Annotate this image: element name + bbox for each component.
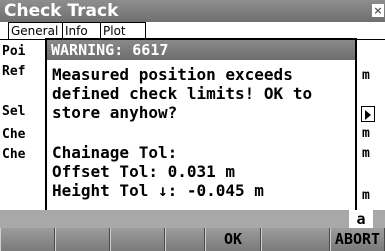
arrow-right-icon-svg [365, 110, 371, 120]
softkey-f2[interactable] [55, 228, 110, 251]
height-tol-value: Height Tol ↓: -0.045 m [52, 181, 264, 200]
field-label-reference: Ref [2, 64, 26, 79]
unit-label: m [362, 68, 370, 83]
unit-label: m [362, 126, 370, 141]
offset-tol-value: Offset Tol: 0.031 m [52, 162, 236, 181]
warning-dialog: WARNING: 6617 Measured position exceeds … [45, 38, 357, 213]
unit-label: m [362, 146, 370, 161]
dialog-title: WARNING: 6617 [51, 41, 169, 59]
softkey-f6[interactable] [261, 228, 330, 251]
abort-button[interactable]: ABORT [330, 228, 385, 251]
softkey-f4[interactable] [165, 228, 205, 251]
ok-button[interactable]: OK [205, 228, 261, 251]
softkey-f3[interactable] [110, 228, 165, 251]
unit-label: m [362, 188, 370, 203]
field-label-check-1: Che [2, 127, 26, 142]
field-label-check-2: Che [2, 147, 26, 162]
close-icon[interactable]: × [372, 4, 384, 17]
warning-message-line: Measured position exceeds [52, 65, 293, 84]
warning-message-line: store anyhow? [52, 103, 178, 122]
field-label-select: Sel [2, 104, 26, 119]
status-indicator: a [349, 210, 373, 228]
window-title: Check Track [4, 1, 119, 21]
field-label-point: Poi [2, 44, 26, 59]
softkey-f1[interactable] [0, 228, 55, 251]
status-strip [0, 210, 385, 228]
chainage-tol-label: Chainage Tol: [52, 143, 178, 162]
warning-message-line: defined check limits! OK to [52, 84, 313, 103]
arrow-right-icon[interactable] [361, 106, 375, 122]
